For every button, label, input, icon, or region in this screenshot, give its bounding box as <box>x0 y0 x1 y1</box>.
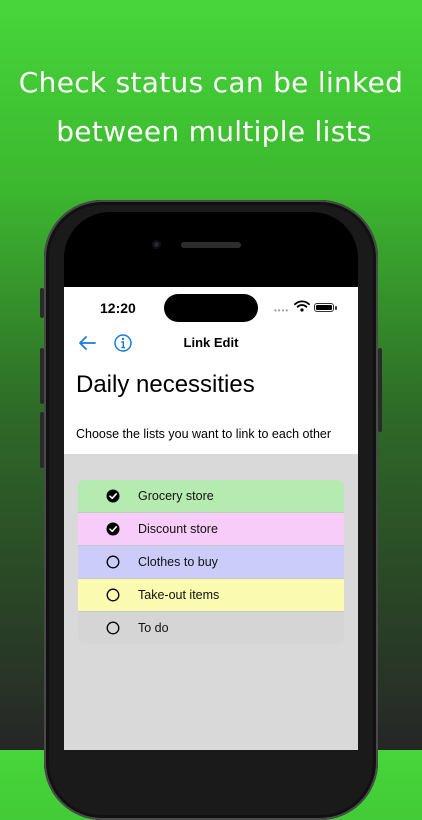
phone-bezel <box>64 212 358 292</box>
status-time: 12:20 <box>100 300 136 316</box>
linked-lists: Grocery store Discount store Clothes to … <box>78 480 344 644</box>
list-row-to-do[interactable]: To do <box>78 612 344 644</box>
navigation-bar: Link Edit <box>64 331 358 355</box>
promo-headline: Check status can be linked between multi… <box>0 58 422 156</box>
phone-power-button <box>378 348 382 432</box>
list-row-label: Discount store <box>138 522 218 536</box>
wifi-icon <box>294 300 310 312</box>
phone-camera <box>152 240 161 249</box>
list-row-take-out-items[interactable]: Take-out items <box>78 579 344 612</box>
page-subtitle: Choose the lists you want to link to eac… <box>76 427 332 441</box>
list-area: Grocery store Discount store Clothes to … <box>64 454 358 750</box>
phone-mute-switch <box>40 288 44 318</box>
empty-circle-icon[interactable] <box>106 588 120 602</box>
nav-title: Link Edit <box>183 335 239 350</box>
list-row-label: Grocery store <box>138 489 214 503</box>
phone-volume-down-button <box>40 412 44 468</box>
phone-speaker <box>181 242 241 248</box>
promo-headline-line2: between multiple lists <box>56 115 372 148</box>
app-screen: 12:20 •••• Link Edit Daily necessities C… <box>64 287 358 750</box>
empty-circle-icon[interactable] <box>106 555 120 569</box>
phone-volume-up-button <box>40 348 44 404</box>
cellular-signal-icon: •••• <box>274 306 290 315</box>
status-indicators: •••• <box>274 300 348 315</box>
battery-icon <box>314 303 334 312</box>
checkmark-circle-icon[interactable] <box>106 522 120 536</box>
battery-tip <box>335 306 337 310</box>
list-row-label: To do <box>138 621 169 635</box>
empty-circle-icon[interactable] <box>106 621 120 635</box>
list-row-label: Clothes to buy <box>138 555 218 569</box>
page-title: Daily necessities <box>76 371 255 398</box>
promo-headline-line1: Check status can be linked <box>18 66 404 99</box>
list-row-label: Take-out items <box>138 588 220 602</box>
list-row-discount-store[interactable]: Discount store <box>78 513 344 546</box>
list-row-clothes-to-buy[interactable]: Clothes to buy <box>78 546 344 579</box>
list-row-grocery-store[interactable]: Grocery store <box>78 480 344 513</box>
checkmark-circle-icon[interactable] <box>106 489 120 503</box>
dynamic-island <box>164 294 258 322</box>
